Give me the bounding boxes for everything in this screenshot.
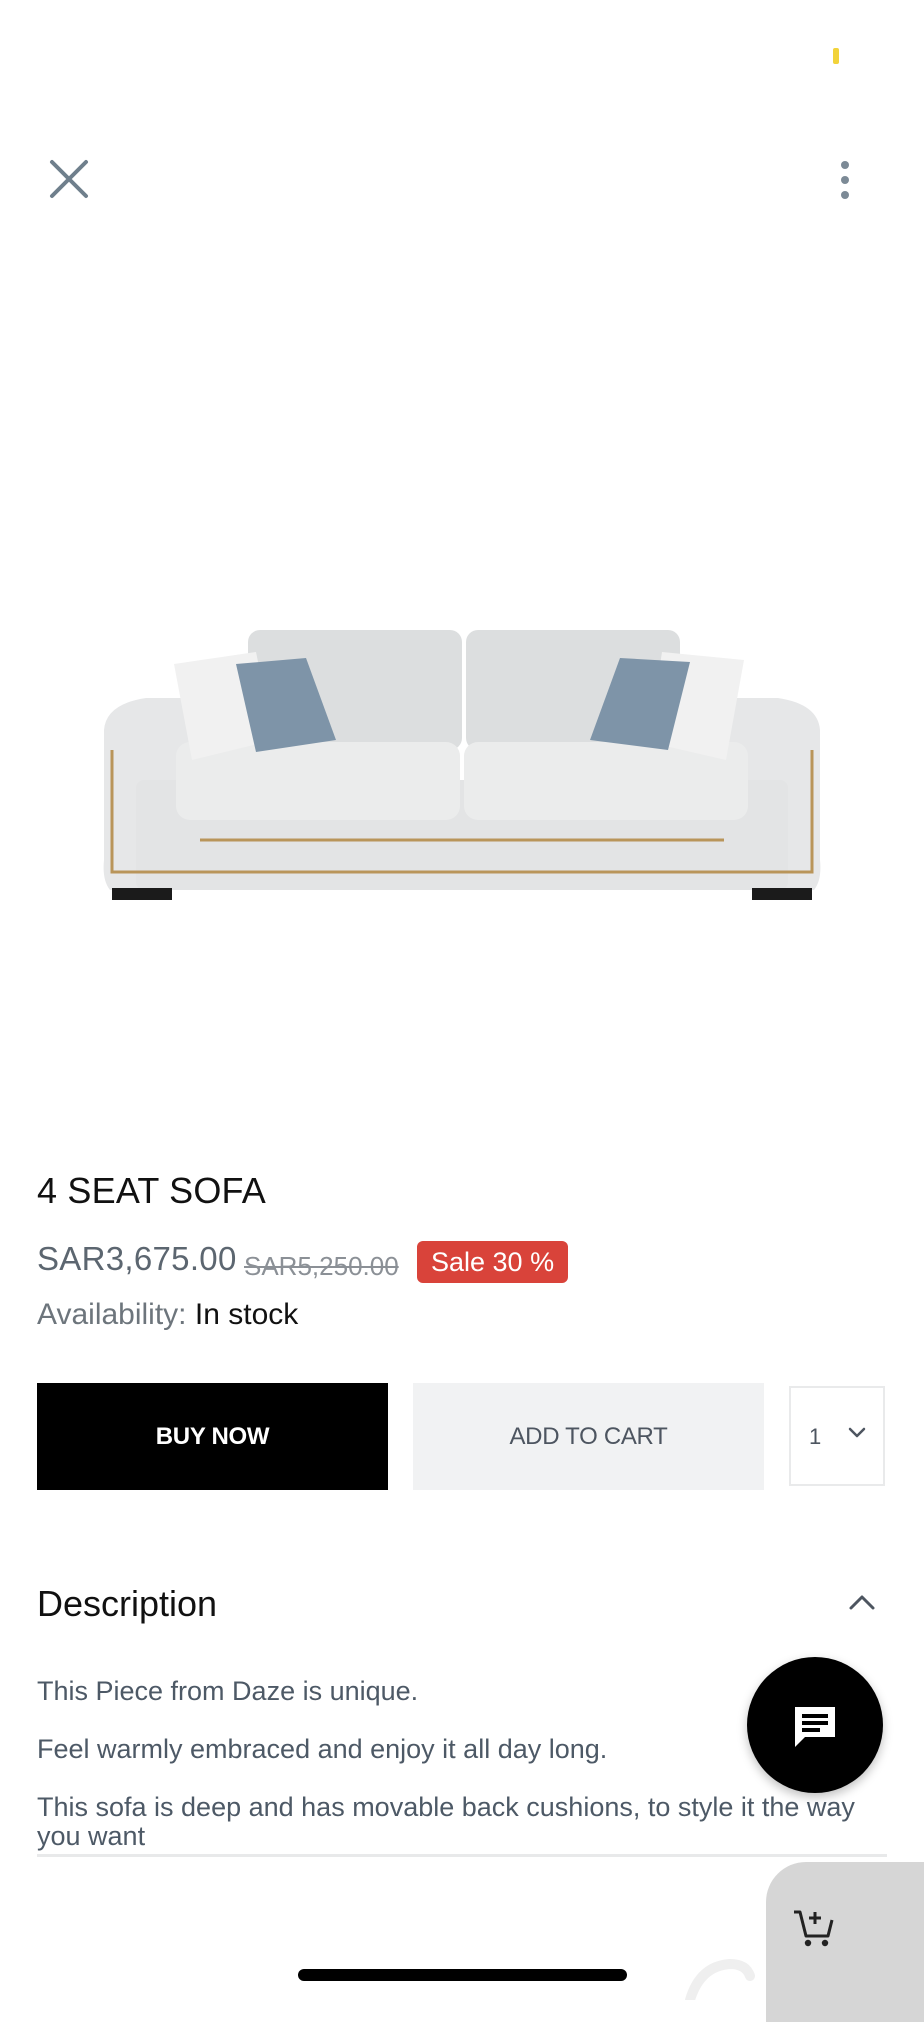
availability: Availability: In stock: [37, 1298, 298, 1332]
quantity-value: 1: [809, 1424, 822, 1449]
sale-badge: Sale 30 %: [417, 1241, 569, 1283]
description-text: Feel warmly embraced and enjoy it all da…: [37, 1734, 608, 1764]
availability-value: In stock: [194, 1298, 299, 1331]
quantity-select[interactable]: 1: [789, 1386, 885, 1486]
product-image[interactable]: [96, 600, 828, 910]
description-collapse-toggle[interactable]: [846, 1590, 878, 1614]
description-text: This sofa is deep and has movable back c…: [37, 1792, 855, 1851]
chat-icon: [795, 1707, 835, 1747]
description-heading[interactable]: Description: [37, 1583, 217, 1625]
status-indicator: [833, 48, 839, 64]
divider: [37, 1854, 887, 1857]
watermark-logo: [685, 1958, 755, 2000]
chat-button[interactable]: [747, 1657, 883, 1793]
home-indicator: [298, 1969, 627, 1981]
more-vertical-icon: [841, 161, 849, 199]
add-to-cart-button[interactable]: ADD TO CART: [413, 1383, 764, 1490]
close-icon: [50, 160, 88, 198]
close-button[interactable]: [46, 156, 92, 202]
buy-now-button[interactable]: BUY NOW: [37, 1383, 388, 1490]
availability-label: Availability:: [37, 1298, 187, 1331]
cart-button[interactable]: [766, 1862, 924, 2022]
compare-at-price: SAR5,250.00: [244, 1251, 399, 1281]
product-title: 4 SEAT SOFA: [37, 1170, 266, 1211]
cart-add-icon: [794, 1910, 834, 1947]
chevron-down-icon: [848, 1427, 866, 1438]
more-options-button[interactable]: [826, 160, 864, 202]
description-text: This Piece from Daze is unique.: [37, 1676, 419, 1706]
chevron-up-icon: [849, 1595, 875, 1610]
product-price: SAR3,675.00: [37, 1240, 237, 1277]
